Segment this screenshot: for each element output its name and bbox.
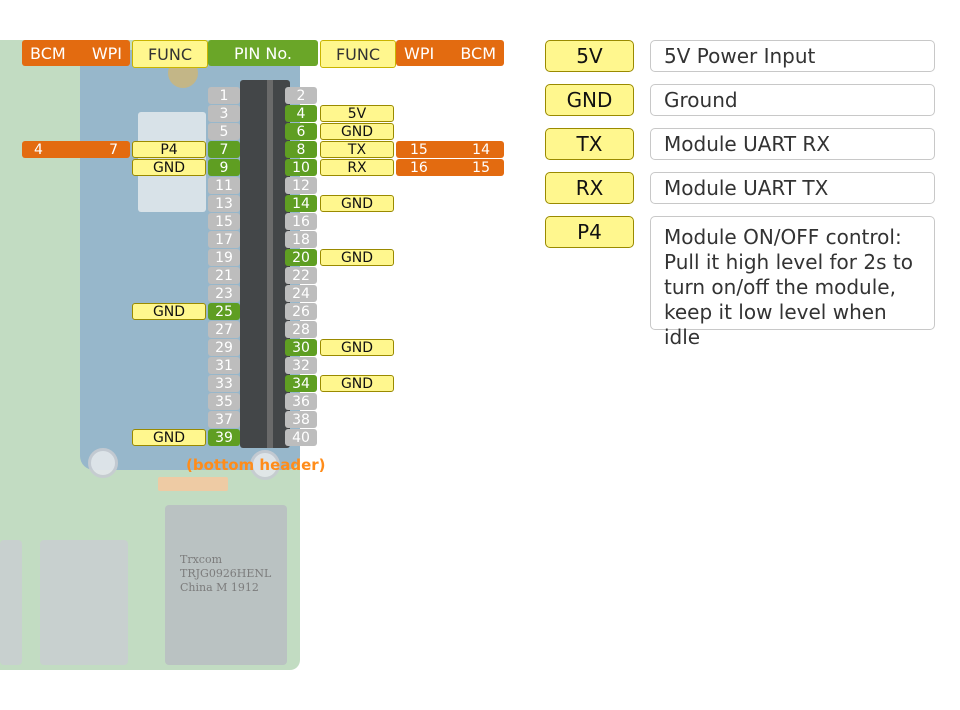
- mounting-hole: [88, 448, 118, 478]
- pin-15: 15: [208, 213, 240, 230]
- legend-desc-rx: Module UART TX: [650, 172, 935, 204]
- pin-7-func: P4: [132, 141, 206, 158]
- header-left-func: FUNC: [132, 40, 208, 68]
- pin-24: 24: [285, 285, 317, 302]
- pin-27: 27: [208, 321, 240, 338]
- pin-17: 17: [208, 231, 240, 248]
- header-left-bcm: BCM: [30, 43, 66, 63]
- pin-9: 9: [208, 159, 240, 176]
- pin-6: 6: [285, 123, 317, 140]
- pin-22: 22: [285, 267, 317, 284]
- pin-18: 18: [285, 231, 317, 248]
- gpio-header-center: [267, 80, 273, 448]
- header-right-wpi-bcm: WPI BCM: [396, 40, 504, 66]
- legend-desc-5v: 5V Power Input: [650, 40, 935, 72]
- pin-30: 30: [285, 339, 317, 356]
- pin-12: 12: [285, 177, 317, 194]
- pin-8-bcm: 14: [472, 141, 490, 158]
- pin-34-func: GND: [320, 375, 394, 392]
- pin-23: 23: [208, 285, 240, 302]
- usb-port: [40, 540, 128, 665]
- legend-desc-gnd: Ground: [650, 84, 935, 116]
- pin-4-func: 5V: [320, 105, 394, 122]
- pin-8-wpi-bcm: 15 14: [396, 141, 504, 158]
- pin-16: 16: [285, 213, 317, 230]
- pin-28: 28: [285, 321, 317, 338]
- pin-7: 7: [208, 141, 240, 158]
- pin-25: 25: [208, 303, 240, 320]
- pin-32: 32: [285, 357, 317, 374]
- legend-desc-line: Module ON/OFF control:: [664, 225, 902, 249]
- pin-10-wpi-bcm: 16 15: [396, 159, 504, 176]
- pin-4: 4: [285, 105, 317, 122]
- pin-21: 21: [208, 267, 240, 284]
- pin-10-func: RX: [320, 159, 394, 176]
- pin-8: 8: [285, 141, 317, 158]
- pin-29: 29: [208, 339, 240, 356]
- pin-40: 40: [285, 429, 317, 446]
- gpio-header: [240, 80, 290, 448]
- pin-26: 26: [285, 303, 317, 320]
- legend-desc-line: Pull it high level for 2s to: [664, 250, 913, 274]
- legend-key-tx: TX: [545, 128, 634, 160]
- header-right-func: FUNC: [320, 40, 396, 68]
- pin-7-bcm: 4: [34, 141, 43, 158]
- pin-14-func: GND: [320, 195, 394, 212]
- pin-7-bcm-wpi: 47: [22, 141, 130, 158]
- header-right-bcm: BCM: [460, 43, 496, 63]
- legend-desc-p4: Module ON/OFF control: Pull it high level…: [650, 216, 935, 349]
- usb-port: [0, 540, 22, 665]
- legend-desc-line: turn on/off the module,: [664, 275, 896, 299]
- legend-key-5v: 5V: [545, 40, 634, 72]
- pin-37: 37: [208, 411, 240, 428]
- pin-6-func: GND: [320, 123, 394, 140]
- pin-19: 19: [208, 249, 240, 266]
- pin-1: 1: [208, 87, 240, 104]
- pin-8-func: TX: [320, 141, 394, 158]
- pin-25-func: GND: [132, 303, 206, 320]
- dip-switch: [158, 477, 228, 491]
- pin-5: 5: [208, 123, 240, 140]
- pin-34: 34: [285, 375, 317, 392]
- pin-30-func: GND: [320, 339, 394, 356]
- pin-9-func: GND: [132, 159, 206, 176]
- bottom-header-note: (bottom header): [186, 456, 326, 474]
- legend-key-gnd: GND: [545, 84, 634, 116]
- pin-20-func: GND: [320, 249, 394, 266]
- pin-39: 39: [208, 429, 240, 446]
- pin-10-bcm: 15: [472, 159, 490, 176]
- legend-desc-line: keep it low level when idle: [664, 300, 887, 349]
- pin-3: 3: [208, 105, 240, 122]
- header-left-bcm-wpi: BCM WPI: [22, 40, 130, 66]
- pin-7-wpi: 7: [109, 141, 118, 158]
- ethernet-label: Trxcom TRJG0926HENL China M 1912: [180, 553, 272, 594]
- legend-key-rx: RX: [545, 172, 634, 204]
- pin-35: 35: [208, 393, 240, 410]
- pin-2: 2: [285, 87, 317, 104]
- pin-10-wpi: 16: [410, 159, 428, 176]
- pin-10: 10: [285, 159, 317, 176]
- legend-key-p4: P4: [545, 216, 634, 248]
- pin-13: 13: [208, 195, 240, 212]
- header-pin-no: PIN No.: [208, 40, 318, 66]
- pin-39-func: GND: [132, 429, 206, 446]
- header-left-wpi: WPI: [91, 43, 122, 63]
- pin-11: 11: [208, 177, 240, 194]
- pin-20: 20: [285, 249, 317, 266]
- pin-14: 14: [285, 195, 317, 212]
- pin-36: 36: [285, 393, 317, 410]
- pin-8-wpi: 15: [410, 141, 428, 158]
- legend-desc-tx: Module UART RX: [650, 128, 935, 160]
- pin-31: 31: [208, 357, 240, 374]
- header-right-wpi: WPI: [404, 43, 435, 63]
- pin-33: 33: [208, 375, 240, 392]
- pin-38: 38: [285, 411, 317, 428]
